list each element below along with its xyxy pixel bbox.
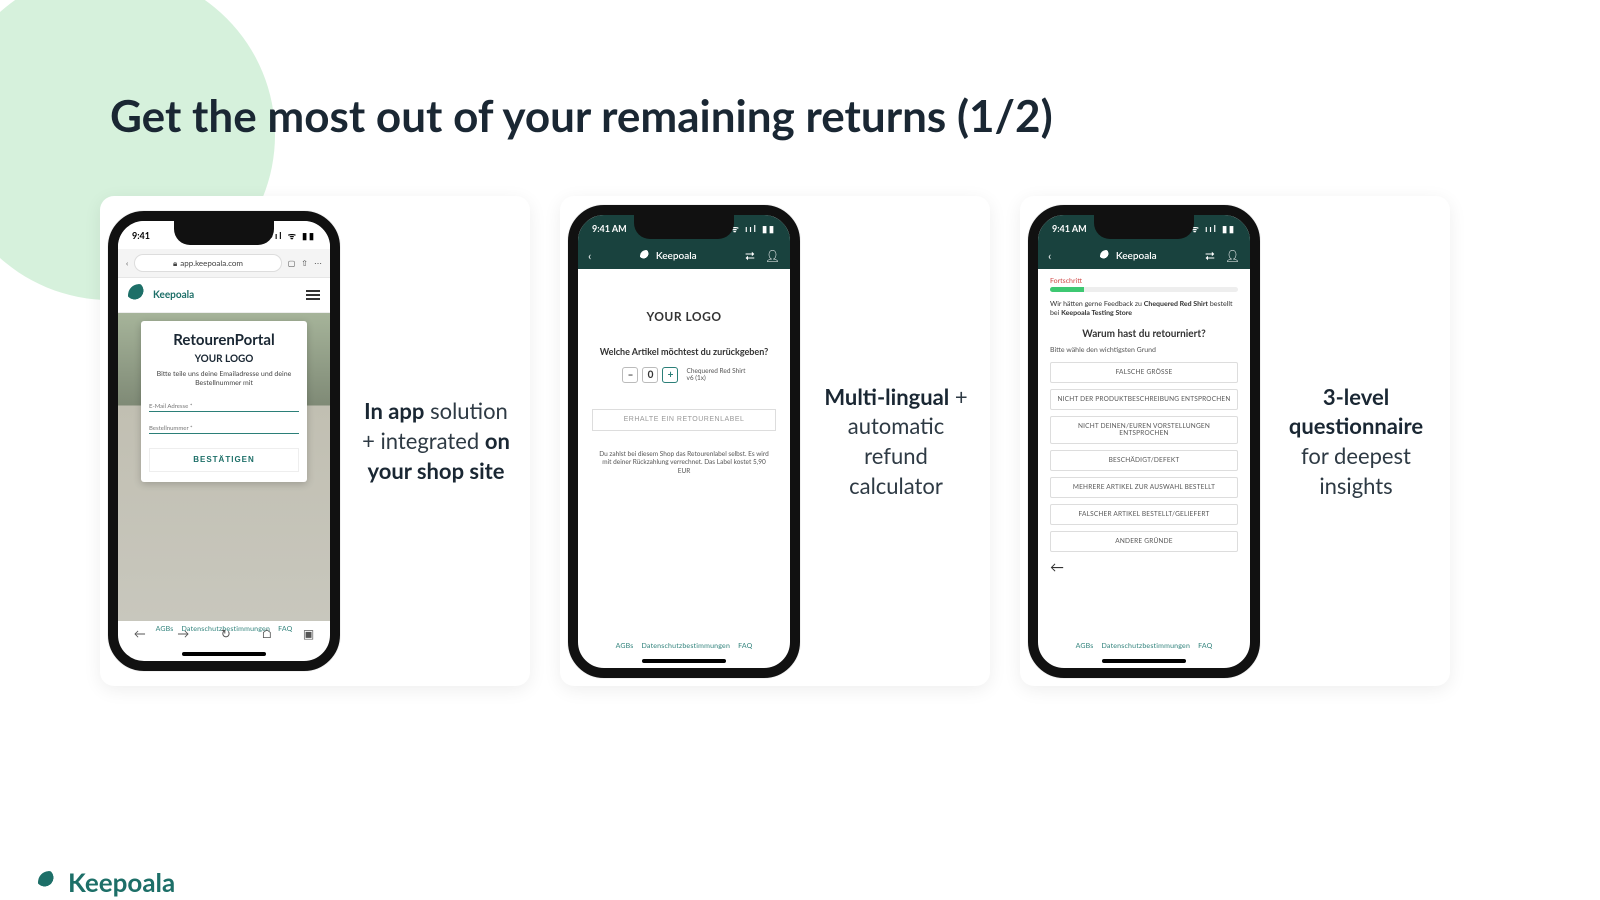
portal-title: RetourenPortal [149,331,299,349]
feedback-intro: Wir hätten gerne Feedback zu Chequered R… [1050,300,1238,318]
portal-card: RetourenPortal YOUR LOGO Bitte teile uns… [141,321,307,482]
qty-value: 0 [642,367,658,383]
app-bar: Keepoala [118,278,330,313]
readmode-icon[interactable]: ▢ [288,258,296,268]
phone-mock-2: 9:41 AM ᯤ ııl ▮▮ ‹ Keepoala ⮂ 👤︎ YOUR LO… [568,205,800,678]
status-time: 9:41 [132,230,150,241]
return-reason-question: Warum hast du retourniert? [1050,328,1238,340]
faq-link[interactable]: FAQ [1198,642,1212,650]
share-icon[interactable]: ⮂ [745,248,755,264]
card-description: 3-level questionnaire for deepest insigh… [1278,382,1434,501]
home-indicator [642,659,726,663]
faq-link[interactable]: FAQ [738,642,752,650]
qty-minus-button[interactable]: – [622,367,638,383]
email-field[interactable]: E-Mail Adresse * [149,396,299,412]
progress-bar [1050,287,1238,292]
your-logo-placeholder: YOUR LOGO [149,353,299,365]
account-icon[interactable]: 👤︎ [1225,248,1240,264]
cards-row: 9:41 ••ıl ᯤ ▮▮ ‹ 🔒︎ app.keepoala.com ▢ ⇧… [100,196,1500,686]
home-indicator [1102,659,1186,663]
item-name: Chequered Red Shirt v6 (1x) [686,368,745,382]
progress-label: Fortschritt [1050,277,1238,285]
squirrel-icon [640,250,652,262]
back-icon[interactable]: ‹ [588,248,591,263]
brand-logo: Keepoala [640,250,697,262]
back-icon[interactable]: ‹ [1048,248,1051,263]
order-number-field[interactable]: Bestellnummer * [149,418,299,434]
squirrel-icon [1100,250,1112,262]
phone-notch [174,221,274,245]
portal-background: RetourenPortal YOUR LOGO Bitte teile uns… [118,313,330,621]
reason-option[interactable]: NICHT DEINEN/EUREN VORSTELLUNGEN ENTSPRO… [1050,416,1238,444]
account-icon[interactable]: 👤︎ [765,248,780,264]
nav-reload-icon[interactable]: ↻ [221,626,231,641]
reason-option[interactable]: MEHRERE ARTIKEL ZUR AUSWAHL BESTELLT [1050,477,1238,498]
nav-forward-icon[interactable]: → [177,626,189,641]
return-question: Welche Artikel möchtest du zurückgeben? [592,346,776,357]
portal-footer-links: AGBs Datenschutzbestimmungen FAQ [1038,638,1250,654]
reason-option[interactable]: NICHT DER PRODUKTBESCHREIBUNG ENTSPROCHE… [1050,389,1238,410]
step-back-icon[interactable]: ← [1050,558,1238,575]
refund-note: Du zahlst bei diesem Shop das Retourenla… [592,451,776,476]
ds-link[interactable]: Datenschutzbestimmungen [1102,642,1191,650]
url-text: app.keepoala.com [180,258,243,268]
card-questionnaire: 9:41 AM ᯤ ııl ▮▮ ‹ Keepoala ⮂ 👤︎ Fortsch… [1020,196,1450,686]
card-description: In app solution + integrated on your sho… [358,396,514,485]
share-icon[interactable]: ⇧ [301,258,308,268]
status-icons: ᯤ ııl ▮▮ [731,222,776,235]
nav-home-icon[interactable]: ⌂ [262,626,271,641]
back-icon[interactable]: ‹ [126,258,128,268]
reason-options: FALSCHE GRÖSSE NICHT DER PRODUKTBESCHREIB… [1050,362,1238,552]
squirrel-icon [38,871,60,893]
phone-mock-1: 9:41 ••ıl ᯤ ▮▮ ‹ 🔒︎ app.keepoala.com ▢ ⇧… [108,211,340,671]
reason-option[interactable]: BESCHÄDIGT/DEFEKT [1050,450,1238,471]
status-time: 9:41 AM [1052,223,1087,234]
nav-tabs-icon[interactable]: ▣ [303,626,314,641]
get-label-button[interactable]: ERHALTE EIN RETOURENLABEL [592,409,776,431]
app-header: ‹ Keepoala ⮂ 👤︎ [578,243,790,269]
hamburger-icon[interactable] [306,290,320,300]
more-icon[interactable]: ⋯ [314,258,322,268]
nav-back-icon[interactable]: ← [134,626,146,641]
phone-notch [634,215,734,239]
item-qty-row: – 0 + Chequered Red Shirt v6 (1x) [592,367,776,383]
reason-option[interactable]: FALSCHE GRÖSSE [1050,362,1238,383]
slide-title: Get the most out of your remaining retur… [110,90,1600,142]
card-in-app: 9:41 ••ıl ᯤ ▮▮ ‹ 🔒︎ app.keepoala.com ▢ ⇧… [100,196,530,686]
browser-toolbar: ‹ 🔒︎ app.keepoala.com ▢ ⇧ ⋯ [118,249,330,278]
agb-link[interactable]: AGBs [616,642,634,650]
status-time: 9:41 AM [592,223,627,234]
lock-icon: 🔒︎ [173,258,177,269]
questionnaire: Fortschritt Wir hätten gerne Feedback zu… [1038,269,1250,575]
status-icons: ᯤ ııl ▮▮ [1191,222,1236,235]
reason-option[interactable]: ANDERE GRÜNDE [1050,531,1238,552]
home-indicator [182,652,266,656]
your-logo-placeholder: YOUR LOGO [592,309,776,324]
brand-logo: Keepoala [128,284,194,306]
url-bar[interactable]: 🔒︎ app.keepoala.com [134,254,281,272]
phone-notch [1094,215,1194,239]
footer-brand-text: Keepoala [68,866,175,898]
squirrel-icon [128,284,150,306]
browser-bottom-bar: ← → ↻ ⌂ ▣ [118,619,330,647]
portal-footer-links: AGBs Datenschutzbestimmungen FAQ [578,638,790,654]
card-description: Multi-lingual + automatic refund calcula… [818,382,974,501]
phone-mock-3: 9:41 AM ᯤ ııl ▮▮ ‹ Keepoala ⮂ 👤︎ Fortsch… [1028,205,1260,678]
confirm-button[interactable]: BESTÄTIGEN [149,448,299,472]
footer-brand: Keepoala [38,866,175,898]
card-multilingual: 9:41 AM ᯤ ııl ▮▮ ‹ Keepoala ⮂ 👤︎ YOUR LO… [560,196,990,686]
app-header: ‹ Keepoala ⮂ 👤︎ [1038,243,1250,269]
ds-link[interactable]: Datenschutzbestimmungen [642,642,731,650]
return-reason-sub: Bitte wähle den wichtigsten Grund [1050,346,1238,354]
return-selector: YOUR LOGO Welche Artikel möchtest du zur… [578,269,790,477]
portal-instruction: Bitte teile uns deine Emailadresse und d… [149,370,299,388]
reason-option[interactable]: FALSCHER ARTIKEL BESTELLT/GELIEFERT [1050,504,1238,525]
brand-logo: Keepoala [1100,250,1157,262]
agb-link[interactable]: AGBs [1076,642,1094,650]
share-icon[interactable]: ⮂ [1205,248,1215,264]
qty-plus-button[interactable]: + [662,367,678,383]
